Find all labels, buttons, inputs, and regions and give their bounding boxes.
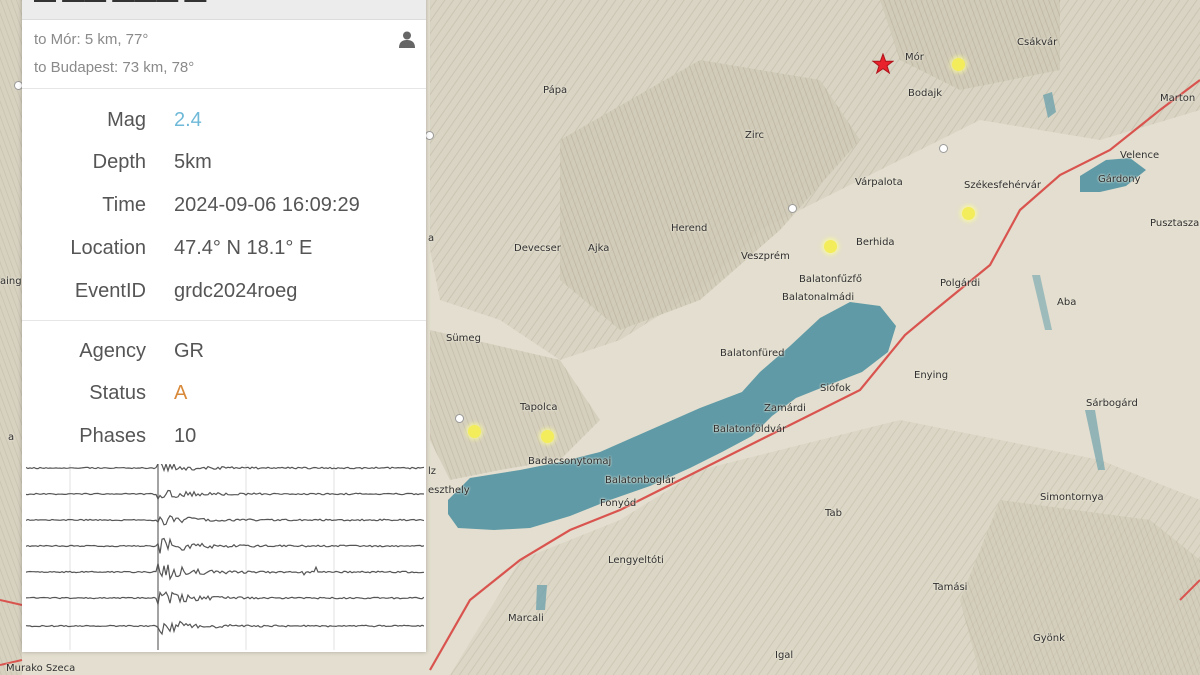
place-ajka: Ajka	[588, 243, 610, 254]
divider	[22, 320, 426, 321]
location-value: 47.4° N 18.1° E	[174, 237, 313, 259]
earthquake-marker[interactable]	[541, 430, 554, 443]
place-simontornya: Simontornya	[1040, 492, 1104, 503]
place-zirc: Zirc	[745, 130, 765, 141]
place-tapolca: Tapolca	[520, 402, 558, 413]
place-sumeg: Sümeg	[446, 333, 481, 344]
agency-label: Agency	[79, 340, 146, 362]
place-enying: Enying	[914, 370, 949, 381]
earthquake-marker[interactable]	[962, 207, 975, 220]
station-marker[interactable]	[788, 204, 797, 213]
place-mor: Mór	[905, 52, 924, 63]
station-marker[interactable]	[939, 144, 948, 153]
event-id-value[interactable]: grdc2024roeg	[174, 280, 297, 303]
place-balatonfured: Balatonfüred	[720, 348, 785, 359]
depth-value: 5km	[174, 151, 212, 173]
place-siofok: Siófok	[820, 383, 851, 394]
place-edge-left-2: a	[428, 233, 435, 244]
place-tamasi: Tamási	[933, 582, 968, 593]
place-balatonalmadi: Balatonalmádi	[782, 292, 855, 303]
user-icon[interactable]	[398, 30, 416, 48]
agency-value: GR	[174, 340, 204, 362]
distance-to-budapest: to Budapest: 73 km, 78°	[34, 59, 195, 76]
depth-label: Depth	[92, 151, 146, 173]
phases-value: 10	[174, 425, 197, 447]
seismogram-trace	[26, 590, 424, 607]
time-label: Time	[102, 194, 146, 216]
place-gardony: Gárdony	[1098, 174, 1141, 185]
place-igal: Igal	[775, 650, 794, 661]
place-keszthely: eszthely	[428, 485, 470, 496]
earthquake-marker[interactable]	[468, 425, 481, 438]
place-edge-left-1: aing	[0, 276, 22, 287]
seismogram-trace	[26, 515, 424, 526]
place-veszprem: Veszprém	[741, 251, 790, 262]
location-label: Location	[70, 237, 146, 259]
event-info-panel: ▬ ▬▬ ▬▬▬ ▬ to Mór: 5 km, 77° to Budapest…	[22, 0, 426, 652]
place-berhida: Berhida	[856, 237, 895, 248]
place-pusztaszabolcs: Pusztaszab	[1150, 218, 1200, 229]
earthquake-marker[interactable]	[824, 240, 837, 253]
seismogram-trace	[26, 464, 424, 473]
place-tab: Tab	[825, 508, 842, 519]
place-polgardi: Polgárdi	[940, 278, 981, 289]
seismogram-trace	[26, 563, 424, 581]
seismogram-trace	[26, 537, 424, 554]
place-fonyod: Fonyód	[600, 498, 637, 509]
place-szekesfehervar: Székesfehérvár	[964, 180, 1041, 191]
distance-to-mor: to Mór: 5 km, 77°	[34, 31, 149, 48]
place-bodajk: Bodajk	[908, 88, 943, 99]
place-murakeresztur: Murako Szeca	[6, 663, 76, 674]
place-herend: Herend	[671, 223, 708, 234]
place-sarbogard: Sárbogárd	[1086, 398, 1138, 409]
place-martonvasar: Marton	[1160, 93, 1196, 104]
place-papa: Pápa	[543, 85, 568, 96]
place-zamardi: Zamárdi	[764, 403, 806, 414]
place-balatonboglar: Balatonboglár	[605, 475, 676, 486]
status-value: A	[174, 382, 188, 404]
place-badacsonytomaj: Badacsonytomaj	[528, 456, 612, 467]
seismogram-trace	[26, 489, 424, 501]
station-marker[interactable]	[455, 414, 464, 423]
earthquake-marker[interactable]	[952, 58, 965, 71]
place-devecser: Devecser	[514, 243, 561, 254]
place-lengyeltoti: Lengyeltóti	[608, 555, 664, 566]
place-balatonfoldvar: Balatonföldvár	[713, 424, 787, 435]
time-value: 2024-09-06 16:09:29	[174, 194, 360, 216]
station-marker[interactable]	[425, 131, 434, 140]
phases-label: Phases	[79, 425, 146, 447]
panel-title-strip: ▬ ▬▬ ▬▬▬ ▬	[22, 0, 426, 20]
place-csakvar: Csákvár	[1017, 37, 1058, 48]
place-aba: Aba	[1057, 297, 1077, 308]
red-star-icon[interactable]	[872, 53, 894, 75]
place-velence: Velence	[1120, 150, 1160, 161]
divider	[22, 88, 426, 89]
place-balatonfuzfo: Balatonfűzfő	[799, 274, 863, 285]
place-gyonk: Gyönk	[1033, 633, 1065, 644]
place-varpalota: Várpalota	[855, 177, 903, 188]
place-edge-left-4: lz	[428, 466, 437, 477]
place-edge-left-3: a	[8, 432, 15, 443]
place-marcali: Marcali	[508, 613, 544, 624]
mag-label: Mag	[107, 109, 146, 131]
status-label: Status	[89, 382, 146, 404]
seismogram-trace	[26, 620, 424, 636]
panel-title-fragment: ▬ ▬▬ ▬▬▬ ▬	[34, 0, 206, 6]
mag-value: 2.4	[174, 109, 202, 131]
seismogram[interactable]	[26, 464, 424, 650]
event-id-label: EventID	[74, 280, 146, 302]
